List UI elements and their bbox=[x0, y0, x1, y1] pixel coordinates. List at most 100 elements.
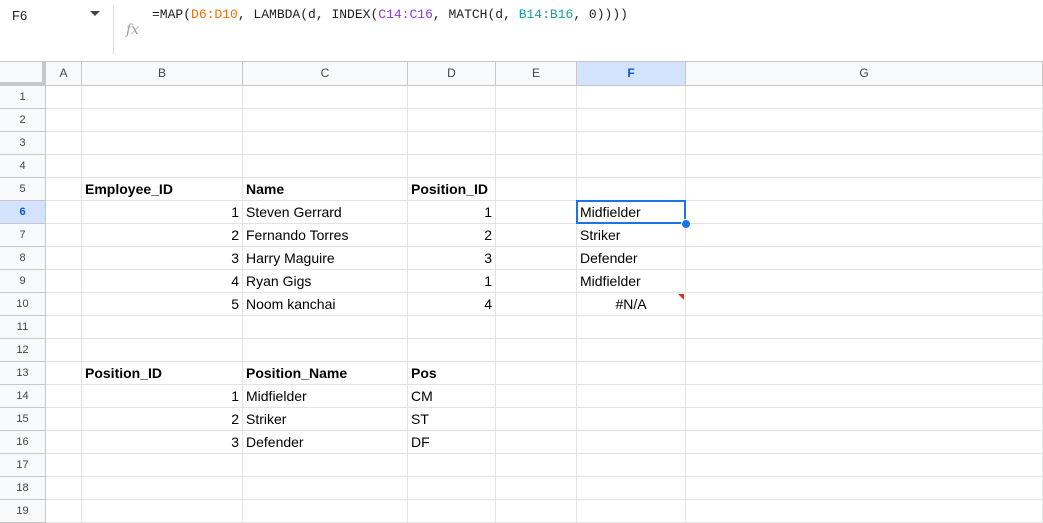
cell-d1[interactable] bbox=[408, 86, 496, 109]
cell-g3[interactable] bbox=[686, 132, 1043, 155]
cell-f2[interactable] bbox=[577, 109, 686, 132]
cell-e12[interactable] bbox=[496, 339, 577, 362]
cell-a5[interactable] bbox=[46, 178, 82, 201]
fill-handle[interactable] bbox=[681, 219, 691, 229]
cell-d17[interactable] bbox=[408, 454, 496, 477]
name-box-value[interactable]: F6 bbox=[12, 8, 27, 23]
row-header-19[interactable]: 19 bbox=[0, 500, 46, 523]
cell-d16[interactable]: DF bbox=[408, 431, 496, 454]
cell-a8[interactable] bbox=[46, 247, 82, 270]
cell-b19[interactable] bbox=[82, 500, 243, 523]
column-header-f[interactable]: F bbox=[577, 62, 686, 86]
cell-e10[interactable] bbox=[496, 293, 577, 316]
cell-d3[interactable] bbox=[408, 132, 496, 155]
column-header-b[interactable]: B bbox=[82, 62, 243, 86]
cell-e17[interactable] bbox=[496, 454, 577, 477]
cell-g9[interactable] bbox=[686, 270, 1043, 293]
cell-d19[interactable] bbox=[408, 500, 496, 523]
cell-b9[interactable]: 4 bbox=[82, 270, 243, 293]
name-box[interactable]: F6 bbox=[0, 0, 110, 31]
cell-g5[interactable] bbox=[686, 178, 1043, 201]
formula-input[interactable]: =MAP(D6:D10, LAMBDA(d, INDEX(C14:C16, MA… bbox=[152, 7, 628, 22]
cell-c17[interactable] bbox=[243, 454, 408, 477]
cell-c15[interactable]: Striker bbox=[243, 408, 408, 431]
cell-b18[interactable] bbox=[82, 477, 243, 500]
cell-a17[interactable] bbox=[46, 454, 82, 477]
column-header-e[interactable]: E bbox=[496, 62, 577, 86]
row-header-13[interactable]: 13 bbox=[0, 362, 46, 385]
cell-b12[interactable] bbox=[82, 339, 243, 362]
cell-c5[interactable]: Name bbox=[243, 178, 408, 201]
cell-e6[interactable] bbox=[496, 201, 577, 224]
cell-e3[interactable] bbox=[496, 132, 577, 155]
cell-a14[interactable] bbox=[46, 385, 82, 408]
cell-g12[interactable] bbox=[686, 339, 1043, 362]
cell-d8[interactable]: 3 bbox=[408, 247, 496, 270]
cell-b16[interactable]: 3 bbox=[82, 431, 243, 454]
cell-d15[interactable]: ST bbox=[408, 408, 496, 431]
row-header-11[interactable]: 11 bbox=[0, 316, 46, 339]
cell-b17[interactable] bbox=[82, 454, 243, 477]
cell-a1[interactable] bbox=[46, 86, 82, 109]
select-all-corner[interactable] bbox=[0, 62, 46, 86]
cell-c16[interactable]: Defender bbox=[243, 431, 408, 454]
cell-f14[interactable] bbox=[577, 385, 686, 408]
cell-d6[interactable]: 1 bbox=[408, 201, 496, 224]
row-header-16[interactable]: 16 bbox=[0, 431, 46, 454]
cell-d12[interactable] bbox=[408, 339, 496, 362]
cell-d2[interactable] bbox=[408, 109, 496, 132]
cell-a6[interactable] bbox=[46, 201, 82, 224]
cell-d11[interactable] bbox=[408, 316, 496, 339]
cell-g8[interactable] bbox=[686, 247, 1043, 270]
cell-f9[interactable]: Midfielder bbox=[577, 270, 686, 293]
cell-g4[interactable] bbox=[686, 155, 1043, 178]
cell-c1[interactable] bbox=[243, 86, 408, 109]
cell-g17[interactable] bbox=[686, 454, 1043, 477]
cell-f10[interactable]: #N/A bbox=[577, 293, 686, 316]
row-header-3[interactable]: 3 bbox=[0, 132, 46, 155]
cell-c6[interactable]: Steven Gerrard bbox=[243, 201, 408, 224]
column-header-c[interactable]: C bbox=[243, 62, 408, 86]
cell-a13[interactable] bbox=[46, 362, 82, 385]
row-header-7[interactable]: 7 bbox=[0, 224, 46, 247]
row-header-6[interactable]: 6 bbox=[0, 201, 46, 224]
cell-e18[interactable] bbox=[496, 477, 577, 500]
cell-g15[interactable] bbox=[686, 408, 1043, 431]
cell-d5[interactable]: Position_ID bbox=[408, 178, 496, 201]
cell-c7[interactable]: Fernando Torres bbox=[243, 224, 408, 247]
cell-e15[interactable] bbox=[496, 408, 577, 431]
cell-b2[interactable] bbox=[82, 109, 243, 132]
cell-e7[interactable] bbox=[496, 224, 577, 247]
cell-g19[interactable] bbox=[686, 500, 1043, 523]
row-header-1[interactable]: 1 bbox=[0, 86, 46, 109]
cell-e4[interactable] bbox=[496, 155, 577, 178]
cell-g14[interactable] bbox=[686, 385, 1043, 408]
cell-g10[interactable] bbox=[686, 293, 1043, 316]
cell-f6[interactable]: Midfielder bbox=[577, 201, 686, 224]
cell-b8[interactable]: 3 bbox=[82, 247, 243, 270]
cell-b14[interactable]: 1 bbox=[82, 385, 243, 408]
cell-e16[interactable] bbox=[496, 431, 577, 454]
cell-c19[interactable] bbox=[243, 500, 408, 523]
cell-g6[interactable] bbox=[686, 201, 1043, 224]
cell-a4[interactable] bbox=[46, 155, 82, 178]
cell-c8[interactable]: Harry Maguire bbox=[243, 247, 408, 270]
cell-g13[interactable] bbox=[686, 362, 1043, 385]
cell-b15[interactable]: 2 bbox=[82, 408, 243, 431]
cell-b13[interactable]: Position_ID bbox=[82, 362, 243, 385]
cell-b7[interactable]: 2 bbox=[82, 224, 243, 247]
cell-a18[interactable] bbox=[46, 477, 82, 500]
cell-b10[interactable]: 5 bbox=[82, 293, 243, 316]
cell-a16[interactable] bbox=[46, 431, 82, 454]
cell-b4[interactable] bbox=[82, 155, 243, 178]
cell-e2[interactable] bbox=[496, 109, 577, 132]
cell-e19[interactable] bbox=[496, 500, 577, 523]
row-header-14[interactable]: 14 bbox=[0, 385, 46, 408]
cell-d18[interactable] bbox=[408, 477, 496, 500]
column-header-a[interactable]: A bbox=[46, 62, 82, 86]
cell-c9[interactable]: Ryan Gigs bbox=[243, 270, 408, 293]
cell-c13[interactable]: Position_Name bbox=[243, 362, 408, 385]
cell-d10[interactable]: 4 bbox=[408, 293, 496, 316]
cell-c14[interactable]: Midfielder bbox=[243, 385, 408, 408]
cell-e8[interactable] bbox=[496, 247, 577, 270]
